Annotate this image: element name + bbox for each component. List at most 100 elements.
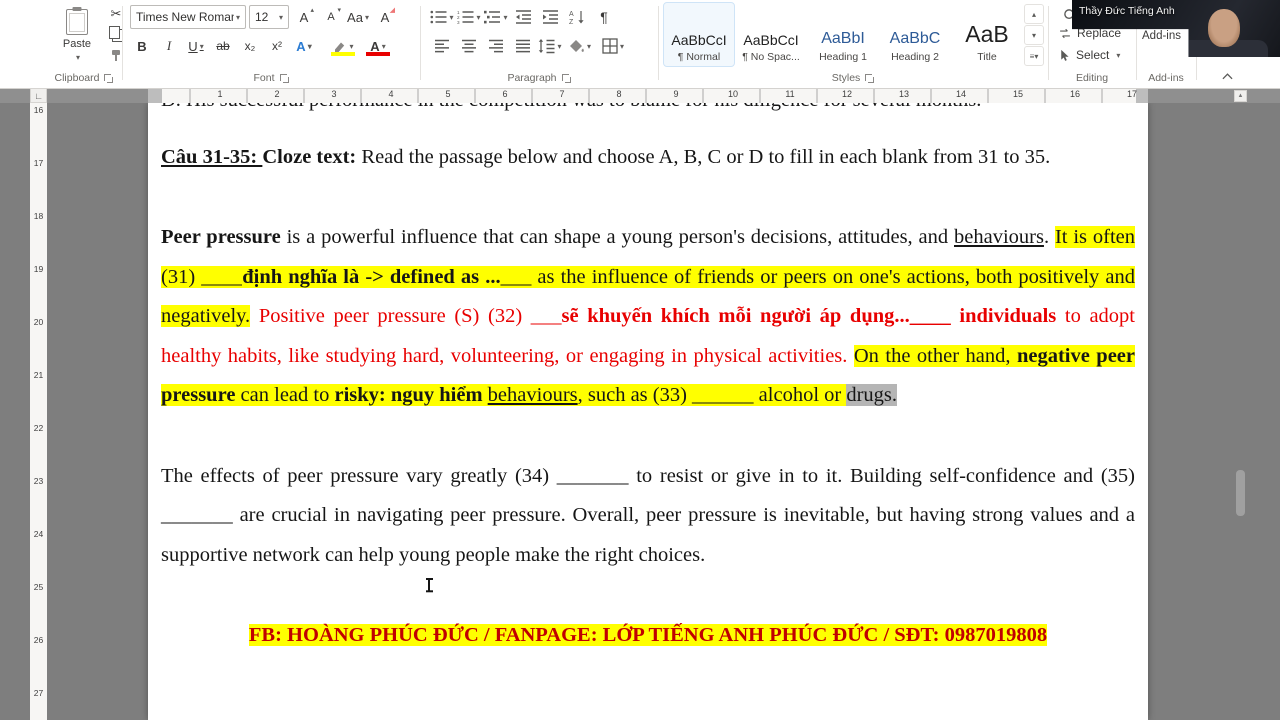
ruler-number: 5 [445,89,451,99]
bullets-button[interactable]: ▾ [430,5,454,29]
font-color-button[interactable]: A ▾ [362,34,394,58]
text-run: individuals [959,305,1057,327]
highlight-color-button[interactable]: ▾ [327,34,359,58]
styles-gallery-up-button[interactable]: ▴ [1024,4,1044,24]
editing-group-label: Editing [1075,72,1109,84]
dialog-launcher-icon[interactable] [279,73,289,83]
chevron-down-icon: ▾ [557,41,562,51]
style-normal[interactable]: AaBbCcI ¶ Normal [663,2,735,67]
add-ins-button[interactable]: Add-ins [1142,30,1181,42]
ruler-number: 6 [502,89,508,99]
text-run: định nghĩa là -> defined as ... [242,265,501,288]
styles-gallery-more-button[interactable]: ≡▾ [1024,46,1044,66]
dialog-launcher-icon[interactable] [104,73,114,83]
highlighter-icon [335,42,345,52]
shrink-font-icon: A [327,11,335,23]
increase-indent-icon [542,10,558,24]
change-case-icon: Aa [347,9,363,25]
ruler-number: 8 [616,89,622,99]
superscript-icon: x² [272,39,282,53]
align-left-icon [435,39,449,53]
style-name: Title [977,51,997,63]
svg-text:Z: Z [569,19,574,25]
ruler-number: 18 [33,211,44,221]
bold-button[interactable]: B [130,34,154,58]
show-formatting-marks-button[interactable]: ¶ [592,5,616,29]
ruler-number: 12 [841,89,853,99]
select-label: Select [1076,48,1110,62]
text-run: Cloze text: [262,145,362,168]
style-heading-1[interactable]: AaBbI Heading 1 [808,3,878,66]
clipboard-group-label: Clipboard [54,72,100,84]
tab-selector[interactable]: ∟ [30,88,47,103]
line-spacing-icon [539,39,555,54]
text-effects-icon: A [296,38,306,54]
document-page[interactable]: D. His successful performance in the com… [148,103,1148,720]
chevron-down-icon: ▾ [449,12,454,22]
line-spacing-button[interactable]: ▾ [538,34,562,58]
italic-button[interactable]: I [157,34,181,58]
decrease-indent-button[interactable] [511,5,535,29]
ruler-number: 26 [33,635,44,645]
paragraph-cloze-passage[interactable]: Peer pressure is a powerful influence th… [161,218,1135,416]
paste-button[interactable]: Paste ▾ [54,4,100,66]
style-preview: AaBbCcI [743,32,799,48]
justify-icon [516,39,530,53]
grow-font-button[interactable]: A ▴ [292,5,316,29]
styles-gallery-down-button[interactable]: ▾ [1024,25,1044,45]
cursor-arrow-icon [1061,49,1069,61]
change-case-button[interactable]: Aa ▾ [346,5,370,29]
dialog-launcher-icon[interactable] [865,73,875,83]
styles-group-label: Styles [831,72,861,84]
multilevel-list-button[interactable]: ▾ [484,5,508,29]
font-size-select[interactable]: 12 ▾ [249,5,289,29]
borders-button[interactable]: ▾ [598,34,628,58]
webcam-name-label: Thầy Đức Tiếng Anh [1079,5,1175,17]
numbering-button[interactable]: 123 ▾ [457,5,481,29]
text-run [482,384,488,406]
subscript-button[interactable]: x₂ [238,34,262,58]
scroll-up-button[interactable]: ▲ [1234,90,1247,102]
text-effects-button[interactable]: A ▾ [292,34,316,58]
svg-text:3: 3 [457,20,460,24]
select-button[interactable]: Select ▾ [1058,48,1120,62]
shading-button[interactable]: ▾ [565,34,595,58]
clear-formatting-icon: A [380,9,390,25]
shrink-font-button[interactable]: A ▾ [319,5,343,29]
chevron-down-icon: ▾ [75,52,80,62]
paragraph-question-heading[interactable]: Câu 31-35: Cloze text: Read the passage … [161,138,1135,178]
increase-indent-button[interactable] [538,5,562,29]
style-no-spacing[interactable]: AaBbCcI ¶ No Spac... [736,3,806,66]
collapse-ribbon-button[interactable] [1218,69,1236,83]
clear-formatting-button[interactable]: A ◢ [373,5,397,29]
align-left-button[interactable] [430,34,454,58]
webcam-person-face [1208,9,1240,47]
strikethrough-button[interactable]: ab [211,34,235,58]
paragraph-footer-banner[interactable]: FB: HOÀNG PHÚC ĐỨC / FANPAGE: LỚP TIẾNG … [161,616,1135,656]
paragraph-effects-paragraph[interactable]: The effects of peer pressure vary greatl… [161,457,1135,576]
ruler-number: 2 [274,89,280,99]
paragraph-group: ▾ 123 ▾ ▾ AZ ¶ ▾ ▾ ▾ Paragraph [420,0,658,88]
font-name-select[interactable]: Times New Roman ▾ [130,5,246,29]
ruler-number: 4 [388,89,394,99]
style-title[interactable]: AaB Title [952,3,1022,66]
vertical-ruler[interactable]: 16 17 18 19 20 21 22 23 24 25 26 27 [30,103,47,720]
paragraph-clipped-top-line[interactable]: D. His successful performance in the com… [161,103,1135,121]
style-heading-2[interactable]: AaBbC Heading 2 [880,3,950,66]
add-ins-label: Add-ins [1142,30,1181,42]
dialog-launcher-icon[interactable] [561,73,571,83]
text-run: , such as (33) ______ alcohol or [577,384,847,406]
align-center-button[interactable] [457,34,481,58]
text-run: Peer pressure [161,226,281,248]
font-name-value: Times New Roman [136,10,234,24]
horizontal-ruler[interactable]: 1 2 3 4 5 6 7 8 9 10 11 12 13 14 15 16 17 [0,88,1280,103]
sort-button[interactable]: AZ [565,5,589,29]
superscript-button[interactable]: x² [265,34,289,58]
document-content[interactable]: D. His successful performance in the com… [148,103,1148,656]
underline-button[interactable]: U ▾ [184,34,208,58]
vertical-scrollbar-thumb[interactable] [1236,470,1245,516]
ruler-number: 13 [898,89,910,99]
justify-button[interactable] [511,34,535,58]
ruler-number: 14 [955,89,967,99]
align-right-button[interactable] [484,34,508,58]
